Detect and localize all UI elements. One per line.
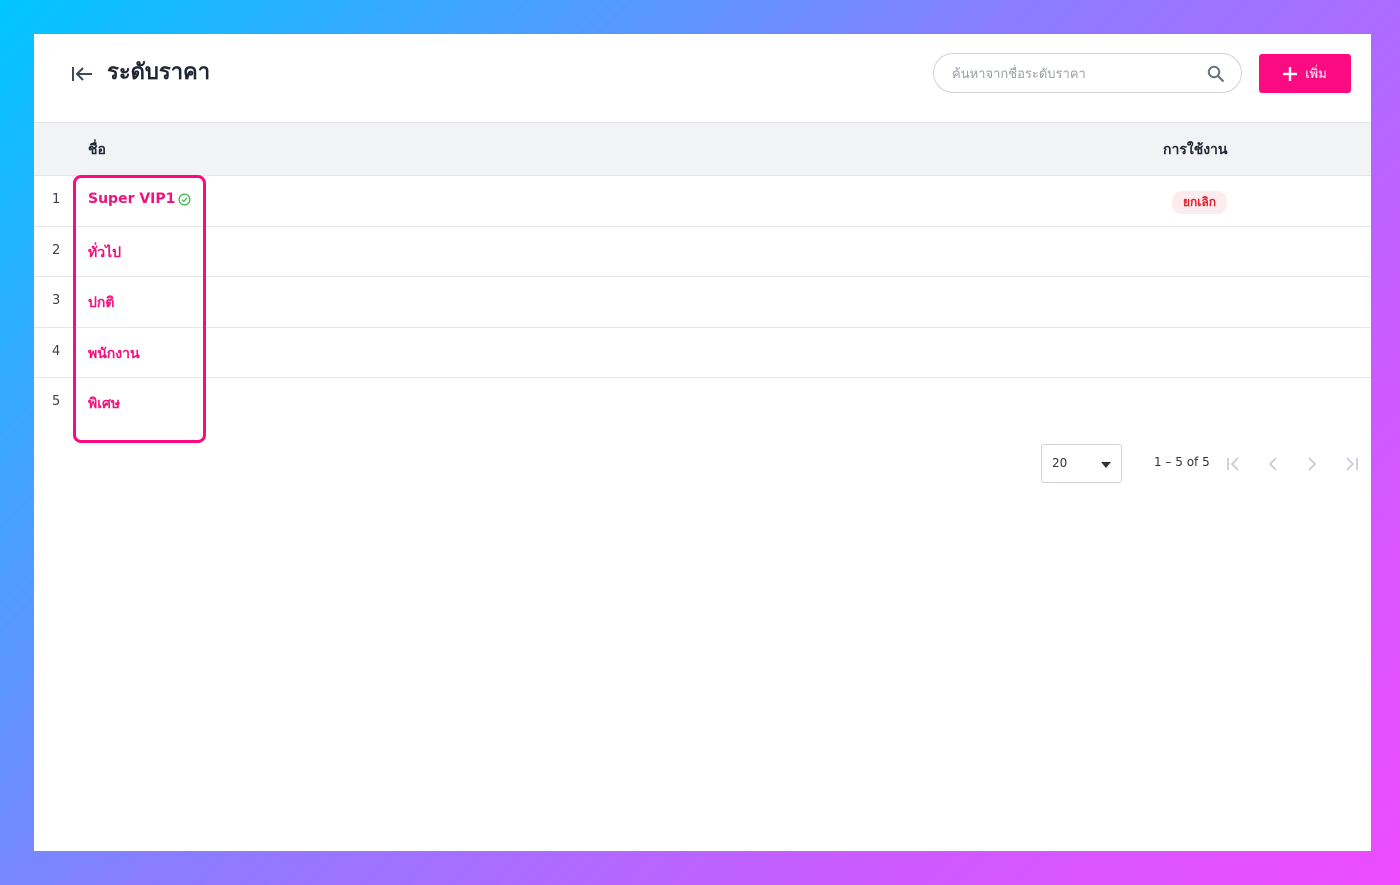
page-title: ระดับราคา xyxy=(107,60,211,85)
page-size-value: 20 xyxy=(1052,456,1068,470)
row-name-link[interactable]: พนักงาน xyxy=(88,343,140,365)
row-index: 2 xyxy=(52,242,61,258)
plus-icon xyxy=(1283,66,1298,81)
table-row[interactable]: 4 พนักงาน xyxy=(34,328,1371,378)
row-name-link[interactable]: ปกติ xyxy=(88,292,114,314)
main-panel: ระดับราคา เพิ่ม ชื่อ การใช้งาน 1 Super V… xyxy=(34,34,1371,851)
row-name: Super VIP1 xyxy=(88,191,176,207)
first-page-icon xyxy=(1227,457,1239,471)
price-level-table: ชื่อ การใช้งาน 1 Super VIP1 ยกเลิก 2 ทั่… xyxy=(34,122,1371,429)
last-page-button[interactable] xyxy=(1339,452,1363,476)
chevron-left-icon xyxy=(1268,457,1277,471)
pagination: 20 1 – 5 of 5 xyxy=(34,444,1371,484)
row-index: 5 xyxy=(52,394,61,409)
row-name: พนักงาน xyxy=(88,345,140,362)
add-button-label: เพิ่ม xyxy=(1305,67,1327,82)
first-page-button[interactable] xyxy=(1222,452,1246,476)
row-name: พิเศษ xyxy=(88,396,121,412)
caret-down-icon xyxy=(1101,462,1111,468)
row-name-link[interactable]: Super VIP1 xyxy=(88,191,191,207)
table-row[interactable]: 1 Super VIP1 ยกเลิก xyxy=(34,176,1371,227)
previous-page-button[interactable] xyxy=(1261,452,1285,476)
table-header: ชื่อ การใช้งาน xyxy=(34,122,1371,176)
status-badge: ยกเลิก xyxy=(1172,191,1228,214)
table-row[interactable]: 3 ปกติ xyxy=(34,277,1371,328)
table-row[interactable]: 2 ทั่วไป xyxy=(34,227,1371,277)
back-arrow-icon xyxy=(72,67,92,81)
pagination-range: 1 – 5 of 5 xyxy=(1154,455,1210,469)
row-index: 3 xyxy=(52,293,61,308)
page-header: ระดับราคา เพิ่ม xyxy=(34,34,1371,122)
next-page-button[interactable] xyxy=(1300,452,1324,476)
column-header-status: การใช้งาน xyxy=(1163,142,1228,158)
row-name-link[interactable]: พิเศษ xyxy=(88,393,120,415)
search-box[interactable] xyxy=(933,53,1242,94)
row-name-link[interactable]: ทั่วไป xyxy=(88,242,121,264)
verified-check-icon xyxy=(178,193,191,205)
row-index: 1 xyxy=(52,192,61,207)
add-button[interactable]: เพิ่ม xyxy=(1259,54,1351,93)
chevron-right-icon xyxy=(1308,457,1317,471)
search-input[interactable] xyxy=(950,54,1204,94)
row-name: ปกติ xyxy=(88,295,115,311)
search-icon[interactable] xyxy=(1207,65,1225,83)
last-page-icon xyxy=(1346,457,1358,471)
table-row[interactable]: 5 พิเศษ xyxy=(34,378,1371,429)
row-index: 4 xyxy=(52,343,61,359)
collapse-back-button[interactable] xyxy=(70,62,96,86)
page-size-select[interactable]: 20 xyxy=(1041,444,1122,483)
column-header-name: ชื่อ xyxy=(88,142,106,158)
row-name: ทั่วไป xyxy=(88,244,122,261)
